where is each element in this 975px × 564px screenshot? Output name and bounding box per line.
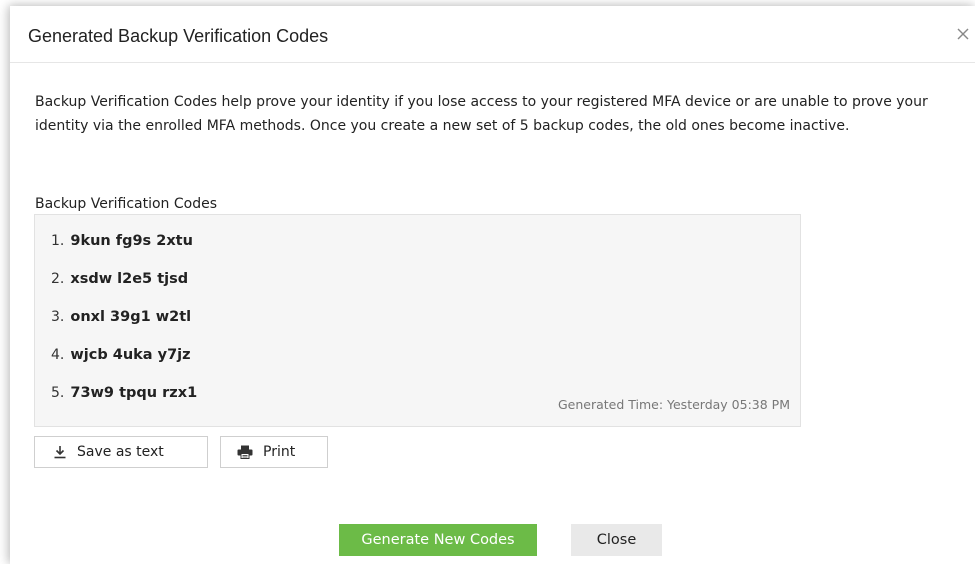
- code-value: 73w9 tpqu rzx1: [70, 385, 198, 401]
- code-value: wjcb 4uka y7jz: [70, 347, 191, 363]
- download-icon: [54, 446, 66, 459]
- description-text: Backup Verification Codes help prove you…: [35, 94, 928, 134]
- code-number: 3.: [51, 309, 65, 325]
- close-button[interactable]: Close: [571, 524, 662, 556]
- code-value: xsdw l2e5 tjsd: [70, 271, 189, 287]
- code-item: 1. 9kun fg9s 2xtu: [51, 233, 193, 249]
- save-button-label: Save as text: [77, 444, 164, 460]
- print-button[interactable]: Print: [220, 436, 328, 468]
- code-item: 3. onxl 39g1 w2tl: [51, 309, 191, 325]
- generated-time: Generated Time: Yesterday 05:38 PM: [557, 397, 790, 412]
- code-item: 4. wjcb 4uka y7jz: [51, 347, 191, 363]
- code-number: 4.: [51, 347, 65, 363]
- generate-new-codes-button[interactable]: Generate New Codes: [339, 524, 537, 556]
- print-button-label: Print: [263, 444, 296, 460]
- codes-label: Backup Verification Codes: [35, 196, 218, 212]
- backup-codes-dialog: Generated Backup Verification Codes Back…: [10, 6, 975, 564]
- code-number: 1.: [51, 233, 65, 249]
- code-number: 2.: [51, 271, 65, 287]
- dialog-title: Generated Backup Verification Codes: [28, 26, 329, 46]
- code-item: 2. xsdw l2e5 tjsd: [51, 271, 188, 287]
- code-item: 5. 73w9 tpqu rzx1: [51, 385, 197, 401]
- codes-box: 1. 9kun fg9s 2xtu 2. xsdw l2e5 tjsd 3. onxl…: [34, 214, 801, 427]
- code-value: 9kun fg9s 2xtu: [70, 233, 193, 249]
- printer-icon: [237, 445, 253, 459]
- code-value: onxl 39g1 w2tl: [70, 309, 192, 325]
- save-as-text-button[interactable]: Save as text: [34, 436, 208, 468]
- close-icon[interactable]: [955, 26, 971, 42]
- code-number: 5.: [51, 385, 65, 401]
- dialog-header: Generated Backup Verification Codes: [10, 6, 975, 63]
